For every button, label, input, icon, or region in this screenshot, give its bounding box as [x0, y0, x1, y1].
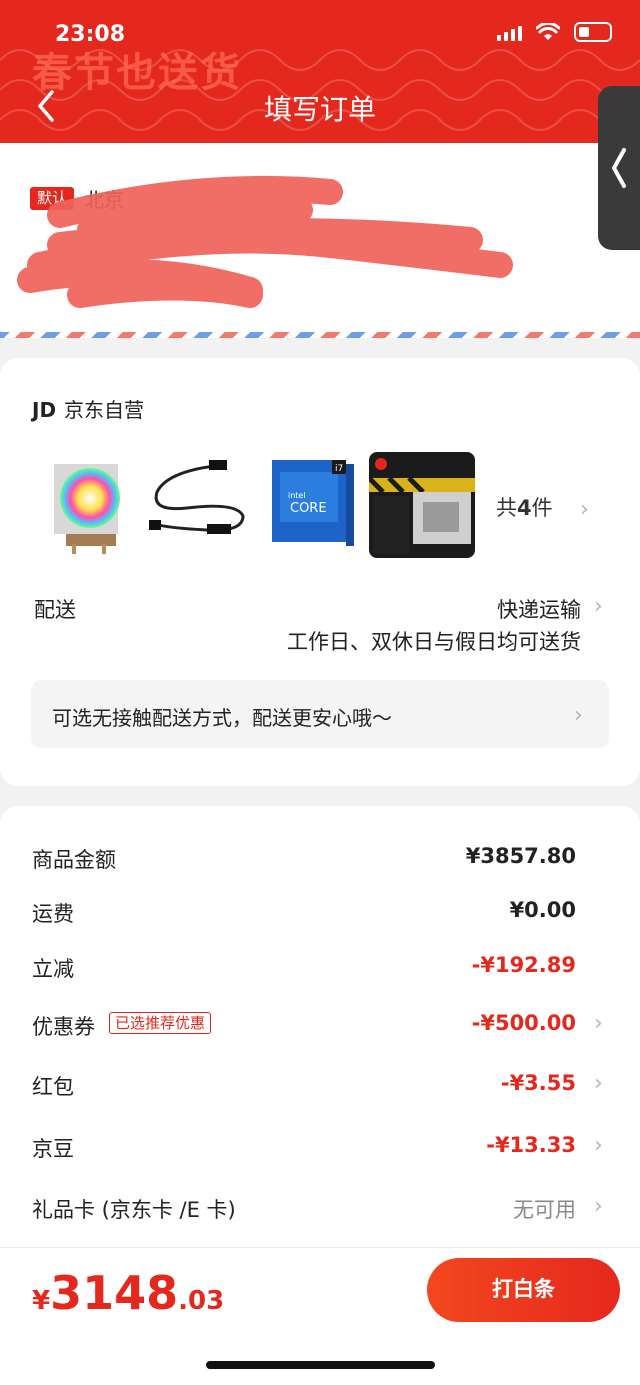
airmail-border	[0, 332, 640, 338]
coupon-value[interactable]: -¥500.00	[472, 1011, 576, 1035]
shipping-fee-label: 运费	[32, 902, 74, 926]
product-thumb-cpu[interactable]: intel CORE i7	[262, 452, 368, 558]
goods-amount-value: ¥3857.80	[465, 844, 576, 868]
product-count-prefix: 共	[496, 496, 517, 520]
side-panel-handle[interactable]	[598, 86, 640, 250]
contactless-delivery-text: 可选无接触配送方式，配送更安心哦～	[52, 706, 392, 730]
jd-logo: JD	[32, 398, 57, 422]
delivery-label: 配送	[34, 598, 76, 622]
gift-card-label: 礼品卡 (京东卡 /E 卡)	[32, 1198, 236, 1222]
status-icons	[497, 22, 612, 42]
red-packet-label: 红包	[32, 1075, 74, 1099]
store-name: JD 京东自营	[32, 394, 144, 423]
delivery-method[interactable]: 快递运输	[497, 594, 581, 624]
chevron-right-icon: ›	[574, 703, 583, 728]
chevron-right-icon: ›	[594, 1011, 603, 1036]
wifi-icon	[536, 23, 560, 40]
pay-with-baitiao-button[interactable]: 打白条	[427, 1258, 620, 1322]
svg-text:intel: intel	[288, 491, 306, 500]
cpu-cooler-icon	[32, 452, 138, 558]
product-thumb-motherboard[interactable]	[369, 452, 475, 558]
instant-discount-value: -¥192.89	[471, 953, 576, 977]
chevron-left-icon	[612, 148, 626, 188]
coupon-label: 优惠券	[32, 1015, 95, 1039]
red-packet-value[interactable]: -¥3.55	[501, 1071, 576, 1095]
coupon-recommended-tag: 已选推荐优惠	[109, 1012, 212, 1034]
gift-card-value[interactable]: 无可用	[513, 1194, 576, 1224]
store-name-label: 京东自营	[64, 398, 145, 422]
total-currency: ¥	[32, 1286, 51, 1316]
shipping-fee-value: ¥0.00	[509, 898, 576, 922]
goods-amount-label: 商品金额	[32, 848, 116, 872]
signal-icon	[497, 23, 522, 41]
jd-beans-value[interactable]: -¥13.33	[486, 1133, 576, 1157]
status-time: 23:08	[55, 22, 126, 47]
page-title: 填写订单	[263, 93, 376, 126]
intel-cpu-box-icon: intel CORE i7	[262, 452, 368, 558]
chevron-right-icon: ›	[594, 1133, 603, 1158]
redaction-scribble	[17, 175, 513, 308]
total-decimal: .03	[178, 1286, 225, 1316]
motherboard-icon	[369, 452, 475, 558]
svg-text:i7: i7	[335, 464, 343, 474]
header: 春节也送货 23:08 填写订单	[0, 0, 640, 143]
chevron-right-icon: ›	[594, 1194, 603, 1219]
product-thumb-cable[interactable]	[147, 452, 253, 558]
svg-text:CORE: CORE	[290, 501, 327, 516]
chevron-right-icon: ›	[594, 594, 603, 619]
battery-icon	[574, 22, 612, 42]
product-count-number: 4	[517, 496, 532, 520]
argb-cable-icon	[147, 452, 253, 558]
product-count[interactable]: 共4件	[496, 492, 553, 522]
home-indicator	[206, 1361, 435, 1369]
product-thumb-cooler[interactable]	[32, 452, 138, 558]
chevron-right-icon: ›	[580, 497, 589, 522]
total-integer: 3148	[50, 1266, 179, 1320]
chevron-right-icon: ›	[594, 1071, 603, 1096]
jd-beans-label: 京豆	[32, 1137, 74, 1161]
instant-discount-label: 立减	[32, 957, 74, 981]
order-total: ¥3148.03	[32, 1266, 224, 1320]
delivery-schedule: 工作日、双休日与假日均可送货	[287, 630, 581, 654]
product-count-suffix: 件	[531, 496, 553, 520]
